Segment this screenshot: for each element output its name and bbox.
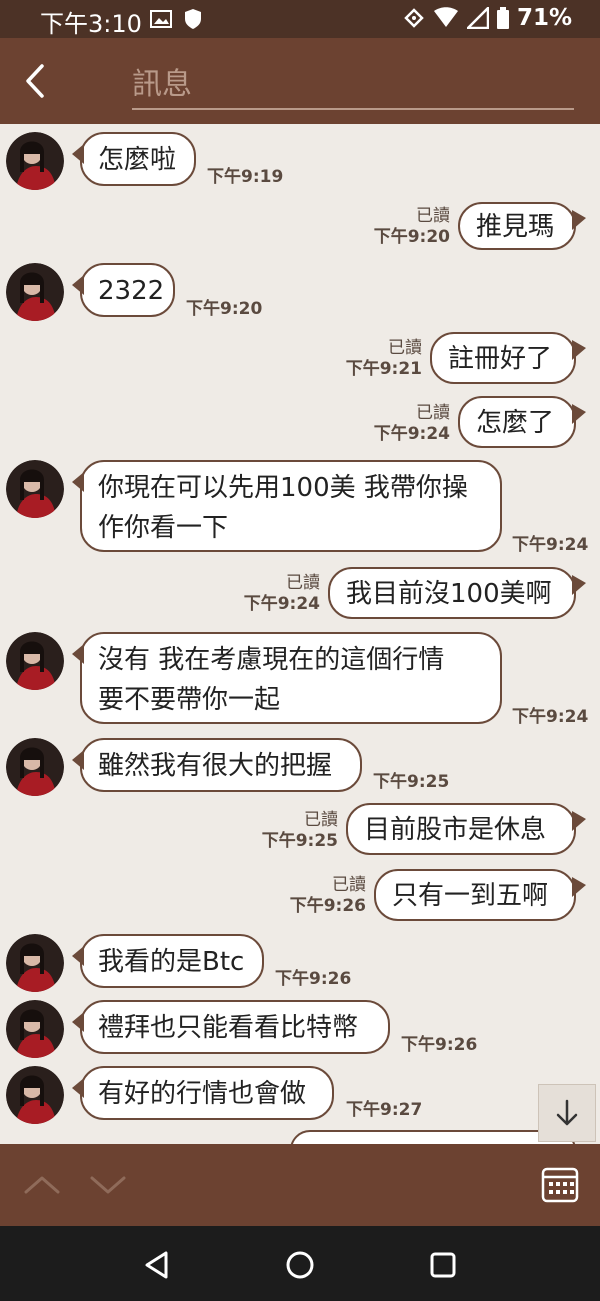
message-time: 下午9:20	[373, 227, 450, 247]
message-bubble[interactable]: 有好的行情也會做	[72, 1066, 334, 1120]
app-bar	[0, 38, 600, 124]
avatar[interactable]	[6, 460, 64, 518]
system-recents-button[interactable]	[426, 1248, 460, 1282]
message-bubble[interactable]: 我看的是Btc	[72, 934, 264, 988]
sync-icon	[404, 8, 424, 28]
message-time: 下午9:24	[243, 594, 320, 614]
message-bubble[interactable]: 禮拜也只能看看比特幣	[72, 1000, 390, 1054]
battery-percentage: 71%	[516, 5, 572, 31]
read-receipt: 已讀	[388, 338, 422, 358]
message-meta: 已讀 下午9:26	[274, 875, 366, 917]
message-bubble[interactable]: 雖然我有很大的把握	[72, 738, 362, 792]
message-time: 下午9:26	[289, 896, 366, 916]
message-bubble[interactable]: 怎麼了	[458, 396, 586, 448]
message-bubble-partial[interactable]	[290, 1130, 576, 1144]
message-meta: 已讀 下午9:20	[360, 206, 450, 248]
message-bubble[interactable]: 推見瑪	[458, 202, 586, 250]
message-bubble[interactable]: 怎麼啦	[72, 132, 196, 186]
message-bubble[interactable]: 註冊好了	[430, 332, 586, 384]
message-meta: 已讀 下午9:25	[246, 810, 338, 852]
message-time: 下午9:19	[207, 167, 284, 187]
avatar[interactable]	[6, 738, 64, 796]
message-time: 下午9:20	[186, 299, 263, 319]
message-time: 下午9:26	[401, 1035, 478, 1055]
avatar[interactable]	[6, 1066, 64, 1124]
message-time: 下午9:25	[373, 772, 450, 792]
message-bubble[interactable]: 只有一到五啊	[374, 869, 586, 921]
message-time: 下午9:25	[261, 831, 338, 851]
search-input[interactable]	[132, 67, 574, 108]
message-time: 下午9:24	[373, 424, 450, 444]
avatar[interactable]	[6, 263, 64, 321]
avatar[interactable]	[6, 1000, 64, 1058]
battery-icon	[496, 7, 509, 29]
message-bubble[interactable]: 我目前沒100美啊	[328, 567, 586, 619]
back-triangle-icon	[145, 1251, 168, 1279]
chevron-left-icon	[26, 64, 44, 98]
back-button[interactable]	[18, 60, 52, 102]
message-meta: 已讀 下午9:21	[330, 338, 422, 380]
wifi-icon	[433, 7, 458, 27]
read-receipt: 已讀	[332, 875, 366, 895]
message-time: 下午9:27	[346, 1100, 423, 1120]
image-icon	[150, 10, 172, 28]
next-result-button[interactable]	[88, 1170, 128, 1200]
chevron-up-icon	[24, 1176, 60, 1194]
calendar-button[interactable]	[540, 1164, 580, 1204]
scroll-to-bottom-button[interactable]	[538, 1084, 596, 1142]
avatar[interactable]	[6, 934, 64, 992]
message-bubble[interactable]: 沒有 我在考慮現在的這個行情 要不要帶你一起	[72, 632, 502, 724]
message-meta: 已讀 下午9:24	[228, 573, 320, 615]
previous-result-button[interactable]	[22, 1170, 62, 1200]
search-field[interactable]	[132, 60, 574, 110]
arrow-down-icon	[556, 1099, 578, 1126]
message-time: 下午9:26	[275, 969, 352, 989]
shield-icon	[185, 9, 201, 29]
status-time: 下午3:10	[40, 10, 142, 38]
chevron-down-icon	[90, 1176, 126, 1194]
read-receipt: 已讀	[304, 810, 338, 830]
message-time: 下午9:24	[512, 707, 589, 727]
home-circle-icon	[286, 1251, 314, 1279]
system-home-button[interactable]	[283, 1248, 317, 1282]
message-meta: 已讀 下午9:24	[358, 403, 450, 445]
system-back-button[interactable]	[140, 1248, 174, 1282]
avatar[interactable]	[6, 632, 64, 690]
recents-square-icon	[430, 1252, 456, 1278]
bottom-toolbar	[0, 1144, 600, 1226]
message-time: 下午9:21	[345, 359, 422, 379]
read-receipt: 已讀	[286, 573, 320, 593]
status-bar: 下午3:10 71%	[0, 0, 600, 38]
message-time: 下午9:24	[512, 535, 589, 555]
calendar-icon	[541, 1167, 579, 1203]
signal-icon	[466, 7, 489, 29]
system-navigation-bar	[0, 1226, 600, 1301]
read-receipt: 已讀	[416, 403, 450, 423]
read-receipt: 已讀	[416, 206, 450, 226]
chat-area[interactable]: 怎麼啦 下午9:19 已讀 下午9:20 推見瑪 2322 下午9:20 已讀 …	[0, 124, 600, 1144]
message-bubble[interactable]: 2322	[72, 263, 175, 317]
avatar[interactable]	[6, 132, 64, 190]
message-bubble[interactable]: 目前股市是休息	[346, 803, 586, 855]
message-bubble[interactable]: 你現在可以先用100美 我帶你操 作你看一下	[72, 460, 502, 552]
